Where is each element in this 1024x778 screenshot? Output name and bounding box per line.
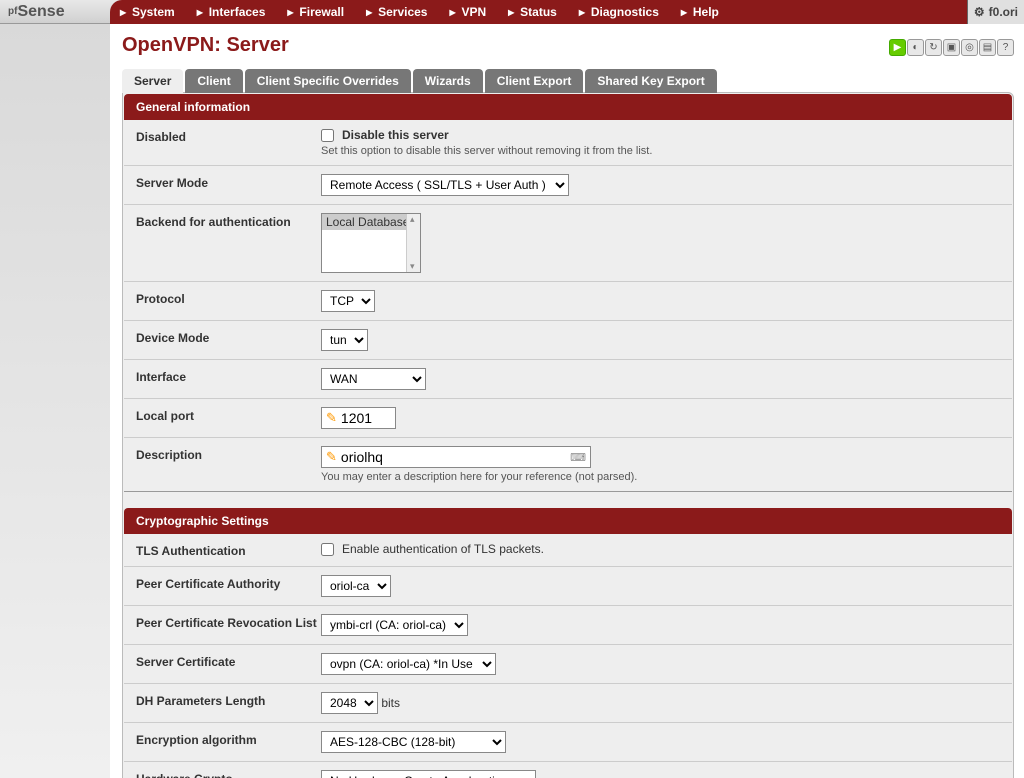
hostname-tab[interactable]: ⚙f0.ori bbox=[967, 0, 1024, 24]
service-icon-strip: ▶ ◐ ↻ ▣ ◎ ▤ ? bbox=[889, 39, 1014, 56]
nav-vpn[interactable]: VPN bbox=[449, 5, 508, 19]
select-protocol[interactable]: TCP bbox=[321, 290, 375, 312]
page-title: OpenVPN: Server bbox=[122, 30, 289, 65]
service-start-icon[interactable]: ▶ bbox=[889, 39, 906, 56]
checkbox-tls-auth-label: Enable authentication of TLS packets. bbox=[342, 542, 544, 556]
label-hw-crypto: Hardware Crypto bbox=[136, 770, 321, 778]
plug-icon: ⚙ bbox=[974, 5, 985, 19]
service-icon-2[interactable]: ↻ bbox=[925, 39, 942, 56]
nav-services[interactable]: Services bbox=[366, 5, 449, 19]
label-local-port: Local port bbox=[136, 407, 321, 423]
section-crypto-header: Cryptographic Settings bbox=[124, 508, 1012, 534]
tab-shared-key-export[interactable]: Shared Key Export bbox=[585, 69, 716, 93]
service-icon-1[interactable]: ◐ bbox=[907, 39, 924, 56]
label-enc-algo: Encryption algorithm bbox=[136, 731, 321, 747]
label-description: Description bbox=[136, 446, 321, 462]
listbox-scrollbar[interactable] bbox=[406, 214, 420, 272]
select-peer-crl[interactable]: ymbi-crl (CA: oriol-ca) bbox=[321, 614, 468, 636]
label-interface: Interface bbox=[136, 368, 321, 384]
tab-cso[interactable]: Client Specific Overrides bbox=[245, 69, 411, 93]
nav-firewall[interactable]: Firewall bbox=[287, 5, 366, 19]
pencil-icon: ✎ bbox=[326, 410, 337, 426]
select-interface[interactable]: WAN bbox=[321, 368, 426, 390]
input-description-wrap: ✎ ⌨ bbox=[321, 446, 591, 468]
select-enc-algo[interactable]: AES-128-CBC (128-bit) bbox=[321, 731, 506, 753]
label-server-cert: Server Certificate bbox=[136, 653, 321, 669]
label-peer-crl: Peer Certificate Revocation List bbox=[136, 614, 321, 630]
label-dh-len: DH Parameters Length bbox=[136, 692, 321, 708]
listbox-backend-auth[interactable]: Local Database bbox=[321, 213, 421, 273]
tab-client[interactable]: Client bbox=[185, 69, 242, 93]
nav-system[interactable]: System bbox=[120, 5, 197, 19]
section-general-header: General information bbox=[124, 94, 1012, 120]
tab-server[interactable]: Server bbox=[122, 69, 183, 93]
nav-diagnostics[interactable]: Diagnostics bbox=[579, 5, 681, 19]
nav-interfaces[interactable]: Interfaces bbox=[197, 5, 288, 19]
input-local-port[interactable] bbox=[341, 410, 391, 426]
label-backend-auth: Backend for authentication bbox=[136, 213, 321, 229]
checkbox-disable-server[interactable] bbox=[321, 129, 334, 142]
tab-bar: Server Client Client Specific Overrides … bbox=[122, 69, 1014, 93]
keyboard-icon: ⌨ bbox=[570, 451, 586, 464]
service-icon-4[interactable]: ◎ bbox=[961, 39, 978, 56]
input-description[interactable] bbox=[341, 449, 570, 465]
select-device-mode[interactable]: tun bbox=[321, 329, 368, 351]
label-disabled: Disabled bbox=[136, 128, 321, 144]
checkbox-tls-auth[interactable] bbox=[321, 543, 334, 556]
select-peer-ca[interactable]: oriol-ca bbox=[321, 575, 391, 597]
side-gradient bbox=[0, 24, 110, 778]
label-tls-auth: TLS Authentication bbox=[136, 542, 321, 558]
form-panel: General information Disabled Disable thi… bbox=[122, 92, 1014, 778]
service-help-icon[interactable]: ? bbox=[997, 39, 1014, 56]
hint-description: You may enter a description here for you… bbox=[321, 471, 1000, 483]
logo: pfSense bbox=[0, 0, 110, 24]
tab-client-export[interactable]: Client Export bbox=[485, 69, 584, 93]
select-server-mode[interactable]: Remote Access ( SSL/TLS + User Auth ) bbox=[321, 174, 569, 196]
label-server-mode: Server Mode bbox=[136, 174, 321, 190]
label-device-mode: Device Mode bbox=[136, 329, 321, 345]
select-hw-crypto[interactable]: No Hardware Crypto Acceleration bbox=[321, 770, 536, 778]
label-protocol: Protocol bbox=[136, 290, 321, 306]
checkbox-disable-server-label: Disable this server bbox=[342, 128, 449, 142]
main-nav: System Interfaces Firewall Services VPN … bbox=[110, 0, 967, 24]
service-icon-5[interactable]: ▤ bbox=[979, 39, 996, 56]
select-dh-len[interactable]: 2048 bbox=[321, 692, 378, 714]
pencil-icon: ✎ bbox=[326, 449, 337, 465]
nav-status[interactable]: Status bbox=[508, 5, 579, 19]
label-peer-ca: Peer Certificate Authority bbox=[136, 575, 321, 591]
nav-help[interactable]: Help bbox=[681, 5, 741, 19]
tab-wizards[interactable]: Wizards bbox=[413, 69, 483, 93]
select-server-cert[interactable]: ovpn (CA: oriol-ca) *In Use bbox=[321, 653, 496, 675]
hint-disable-server: Set this option to disable this server w… bbox=[321, 145, 1000, 157]
service-icon-3[interactable]: ▣ bbox=[943, 39, 960, 56]
input-local-port-wrap: ✎ bbox=[321, 407, 396, 429]
dh-len-suffix: bits bbox=[381, 696, 400, 710]
